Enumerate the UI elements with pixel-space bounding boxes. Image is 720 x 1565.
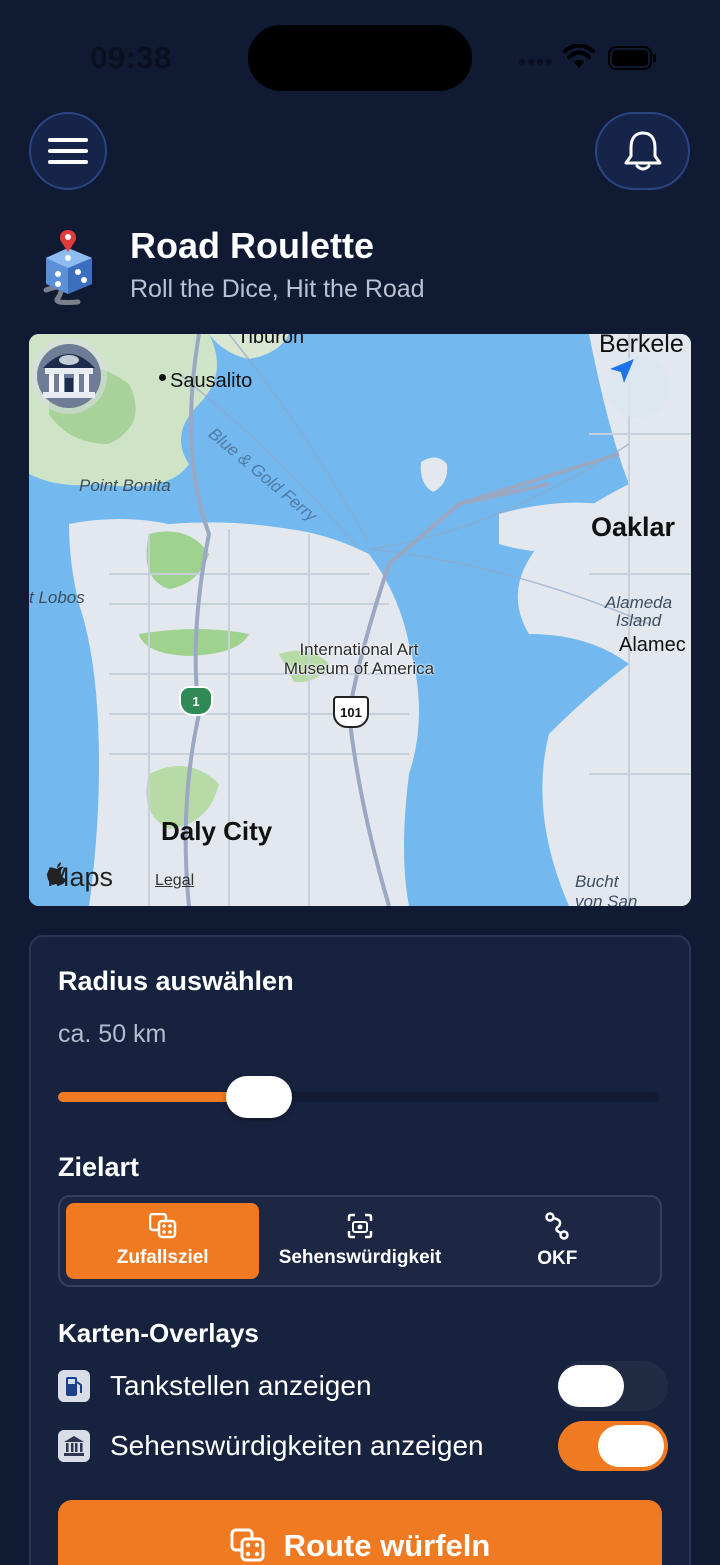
radius-title: Radius auswählen bbox=[58, 966, 294, 996]
radius-value: ca. 50 km bbox=[58, 1020, 167, 1048]
map-label-bucht: Bucht von San bbox=[575, 872, 638, 906]
destination-title: Zielart bbox=[58, 1152, 140, 1182]
bell-icon bbox=[624, 131, 661, 171]
radius-slider[interactable] bbox=[58, 1092, 660, 1102]
fuel-pump-icon bbox=[58, 1370, 90, 1402]
map-label-daly-city: Daly City bbox=[161, 816, 273, 846]
sights-toggle[interactable] bbox=[558, 1421, 668, 1471]
map-label-point-bonita: Point Bonita bbox=[79, 476, 171, 495]
dynamic-island bbox=[248, 25, 472, 91]
locate-me-button[interactable] bbox=[607, 356, 669, 418]
apple-logo-icon bbox=[47, 862, 66, 885]
fuel-toggle[interactable] bbox=[558, 1361, 668, 1411]
camera-icon bbox=[347, 1213, 373, 1239]
highway-1-shield: 1 bbox=[179, 686, 213, 716]
dice-icon bbox=[148, 1213, 176, 1239]
dice-logo-icon bbox=[43, 230, 92, 305]
overlays-title: Karten-Overlays bbox=[58, 1318, 259, 1348]
museum-pin-icon[interactable] bbox=[29, 334, 109, 418]
notifications-button[interactable] bbox=[595, 112, 690, 190]
destination-option-okf[interactable]: OKF bbox=[461, 1203, 654, 1279]
fuel-pump-glyph bbox=[66, 1377, 82, 1396]
map-label-sausalito-text: Sausalito bbox=[170, 370, 253, 392]
destination-option-label: Zufallsziel bbox=[116, 1247, 209, 1268]
map-view[interactable]: Tiburon Sausalito Blue & Gold Ferry Poin… bbox=[29, 334, 691, 906]
destination-type-selector: Zufallsziel Sehenswürdigkeit OKF bbox=[58, 1195, 662, 1287]
destination-option-sight[interactable]: Sehenswürdigkeit bbox=[263, 1203, 456, 1279]
legal-link[interactable]: Legal bbox=[155, 872, 194, 890]
map-label-alameda: Alamec bbox=[619, 634, 686, 656]
map-label-sausalito: Sausalito bbox=[159, 370, 252, 393]
overlay-label-fuel: Tankstellen anzeigen bbox=[110, 1370, 372, 1401]
overlay-row-fuel: Tankstellen anzeigen bbox=[58, 1361, 668, 1411]
app-title: Road Roulette bbox=[130, 225, 375, 266]
destination-option-label: Sehenswürdigkeit bbox=[278, 1247, 442, 1268]
roll-route-button[interactable]: Route würfeln bbox=[58, 1500, 662, 1565]
location-arrow-icon bbox=[610, 359, 634, 383]
route-icon bbox=[545, 1212, 570, 1240]
landmark-icon bbox=[58, 1430, 90, 1462]
wifi-icon bbox=[563, 44, 595, 68]
destination-option-label: OKF bbox=[537, 1248, 578, 1269]
map-label-lobos: t Lobos bbox=[29, 588, 85, 607]
hamburger-icon bbox=[48, 138, 88, 164]
landmark-glyph bbox=[64, 1436, 84, 1456]
menu-button[interactable] bbox=[29, 112, 107, 190]
radius-slider-thumb[interactable] bbox=[226, 1076, 293, 1118]
overlay-label-sights: Sehenswürdigkeiten anzeigen bbox=[110, 1430, 484, 1461]
apple-maps-logo: Maps bbox=[47, 862, 113, 893]
highway-101-shield: 101 bbox=[333, 696, 369, 728]
map-label-oakland: Oaklar bbox=[591, 512, 676, 542]
toggle-knob bbox=[598, 1425, 664, 1467]
roll-route-label: Route würfeln bbox=[283, 1528, 491, 1563]
dice-icon bbox=[230, 1528, 265, 1562]
toggle-knob bbox=[558, 1365, 624, 1407]
app-subtitle: Roll the Dice, Hit the Road bbox=[130, 275, 425, 303]
overlay-row-sights: Sehenswürdigkeiten anzeigen bbox=[58, 1421, 668, 1471]
destination-option-random[interactable]: Zufallsziel bbox=[66, 1203, 260, 1279]
map-label-alameda-island: Alameda Island bbox=[605, 593, 673, 630]
map-label-tiburon: Tiburon bbox=[237, 334, 305, 348]
poi-label: International Art Museum of America bbox=[283, 640, 435, 678]
battery-icon bbox=[608, 46, 656, 70]
cellular-signal-icon bbox=[519, 59, 552, 65]
map-background bbox=[29, 334, 691, 906]
status-time: 09:38 bbox=[90, 40, 172, 75]
